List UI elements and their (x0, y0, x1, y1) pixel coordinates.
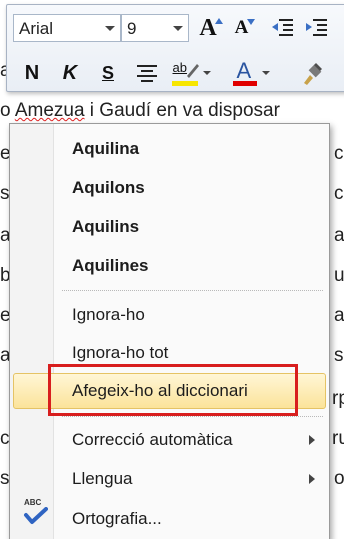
language-item[interactable]: Llengua (10, 460, 329, 498)
suggestion-item[interactable]: Aquilins (10, 208, 329, 246)
spelling-icon-text: ABC (24, 498, 42, 507)
center-align-icon (137, 65, 157, 82)
add-to-dictionary-item[interactable]: Afegeix-ho al diccionari (10, 372, 329, 410)
suggestion-item[interactable]: Aquilina (10, 130, 329, 168)
font-name-combo[interactable]: Arial (13, 14, 121, 42)
spelling-check-icon: ABC (22, 498, 48, 524)
menu-separator (62, 416, 323, 417)
chevron-down-icon[interactable] (261, 71, 270, 75)
doc-text-fragment: o (334, 468, 344, 489)
submenu-arrow-icon (309, 435, 315, 445)
chevron-down-icon[interactable] (105, 26, 115, 31)
misspelled-word[interactable]: Amezua (15, 100, 85, 121)
decrease-indent-button[interactable] (269, 14, 297, 42)
ignore-all-item[interactable]: Ignora-ho tot (10, 334, 329, 372)
doc-text-fragment: u (334, 265, 344, 286)
submenu-arrow-icon (309, 474, 315, 484)
language-label: Llengua (72, 469, 133, 488)
spelling-item[interactable]: Ortografia... (10, 500, 329, 538)
grow-arrow-icon (214, 18, 223, 24)
font-name-value: Arial (19, 19, 54, 38)
doc-text-fragment: a (334, 305, 344, 326)
font-color-swatch (232, 81, 257, 86)
grow-font-button[interactable]: A (197, 14, 225, 42)
suggestion-label: Aquilines (72, 256, 149, 275)
mini-toolbar: Arial 9 A A N K S ab A (6, 4, 344, 92)
doc-text-fragment: c (334, 183, 344, 204)
suggestion-label: Aquilins (72, 217, 140, 236)
underline-icon: S (101, 62, 114, 83)
ignore-label: Ignora-ho (72, 305, 145, 324)
bold-button[interactable]: N (19, 59, 45, 87)
increase-indent-button[interactable] (303, 14, 331, 42)
font-size-combo[interactable]: 9 (121, 14, 189, 42)
highlight-swatch (171, 81, 198, 86)
spelling-label: Ortografia... (72, 509, 162, 528)
format-painter-button[interactable] (297, 59, 327, 87)
suggestion-item[interactable]: Aquilons (10, 169, 329, 207)
spelling-context-menu: Aquilina Aquilons Aquilins Aquilines Ign… (9, 123, 330, 539)
ignore-item[interactable]: Ignora-ho (10, 296, 329, 334)
ignore-all-label: Ignora-ho tot (72, 343, 169, 362)
shrink-arrow-icon (247, 19, 256, 25)
font-size-value: 9 (127, 19, 137, 38)
center-align-button[interactable] (133, 59, 161, 87)
autocorrect-label: Correcció automàtica (72, 430, 233, 449)
increase-indent-icon (306, 19, 327, 36)
doc-text-prefix: o (0, 100, 15, 121)
chevron-down-icon[interactable] (202, 71, 211, 75)
format-painter-icon (304, 63, 322, 85)
suggestion-label: Aquilina (72, 139, 140, 158)
pen-icon (186, 64, 199, 78)
font-color-icon: A (232, 58, 257, 86)
bold-icon: N (24, 61, 40, 84)
font-color-button[interactable]: A (231, 58, 271, 87)
doc-text-line: o Amezua i Gaudí en va disposar (0, 100, 280, 122)
italic-icon: K (62, 61, 78, 84)
doc-text-fragment: s (334, 345, 344, 366)
doc-text-fragment: c (334, 143, 344, 164)
suggestion-label: Aquilons (72, 178, 145, 197)
highlight-color-button[interactable]: ab (171, 59, 211, 87)
chevron-down-icon[interactable] (173, 26, 183, 31)
add-to-dictionary-label: Afegeix-ho al diccionari (72, 381, 248, 400)
menu-separator (62, 290, 323, 291)
decrease-indent-icon (272, 19, 293, 36)
doc-text-fragment: a (334, 225, 344, 246)
suggestion-item[interactable]: Aquilines (10, 247, 329, 285)
italic-button[interactable]: K (57, 59, 83, 87)
doc-text-fragment: ru (332, 428, 344, 449)
autocorrect-item[interactable]: Correcció automàtica (10, 421, 329, 459)
underline-button[interactable]: S (95, 59, 121, 87)
doc-text-fragment: rp (332, 388, 344, 409)
doc-text-suffix: i Gaudí en va disposar (84, 100, 280, 121)
highlighter-icon: ab (171, 60, 200, 86)
shrink-font-button[interactable]: A (231, 14, 259, 42)
checkmark-icon (24, 507, 48, 524)
shrink-font-icon: A (234, 17, 249, 38)
